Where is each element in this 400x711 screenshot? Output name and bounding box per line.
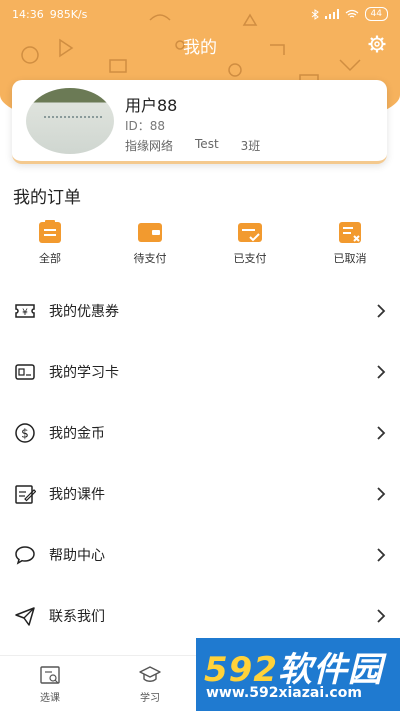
chevron-right-icon xyxy=(377,303,386,318)
signal-icon xyxy=(324,9,339,19)
wifi-icon xyxy=(345,9,358,18)
orders-row: 全部 待支付 已支付 已取消 xyxy=(0,220,400,270)
menu-item-contact-us[interactable]: 联系我们 xyxy=(0,585,400,646)
order-pending-button[interactable]: 待支付 xyxy=(110,220,190,270)
order-all-label: 全部 xyxy=(39,252,61,265)
chat-bubble-icon xyxy=(15,545,35,565)
settings-gear-icon[interactable] xyxy=(368,35,386,53)
status-time: 14:36 xyxy=(12,7,44,21)
study-card-icon xyxy=(15,363,35,380)
user-class: 3班 xyxy=(240,139,261,153)
watermark-logo: 592软件园 xyxy=(204,650,383,690)
svg-text:$: $ xyxy=(21,426,29,440)
battery-indicator: 44 xyxy=(364,7,388,21)
menu-label-coupons: 我的优惠券 xyxy=(49,303,119,320)
chevron-right-icon xyxy=(377,547,386,562)
nav-course-select-label: 选课 xyxy=(40,693,60,704)
svg-text:¥: ¥ xyxy=(22,308,28,318)
user-id: ID：88 xyxy=(125,119,166,133)
order-cancelled-label: 已取消 xyxy=(333,252,367,265)
order-paid-button[interactable]: 已支付 xyxy=(210,220,290,270)
nav-study-label: 学习 xyxy=(140,693,160,704)
chevron-right-icon xyxy=(377,364,386,379)
status-bar: 14:36 985K/s 44 xyxy=(0,0,400,28)
chevron-right-icon xyxy=(377,608,386,623)
menu-item-help-center[interactable]: 帮助中心 xyxy=(0,524,400,585)
menu-label-courseware: 我的课件 xyxy=(49,486,105,503)
menu-label-study-card: 我的学习卡 xyxy=(49,364,119,381)
wallet-icon xyxy=(138,223,162,242)
coin-icon: $ xyxy=(15,422,35,443)
chevron-right-icon xyxy=(377,486,386,501)
clipboard-icon xyxy=(39,220,61,243)
user-meta: 指缘网络 Test 3班 xyxy=(125,137,282,154)
order-paid-label: 已支付 xyxy=(233,252,267,265)
chevron-right-icon xyxy=(377,425,386,440)
graduation-cap-icon xyxy=(139,666,161,682)
menu-label-help-center: 帮助中心 xyxy=(49,547,105,564)
order-all-button[interactable]: 全部 xyxy=(10,220,90,270)
page-title: 我的 xyxy=(183,38,217,58)
orders-title: 我的订单 xyxy=(13,188,81,208)
username: 用户88 xyxy=(125,96,178,115)
bluetooth-icon xyxy=(311,8,319,20)
nav-course-select[interactable]: 选课 xyxy=(30,664,70,704)
order-cancelled-button[interactable]: 已取消 xyxy=(310,220,390,270)
coupon-icon: ¥ xyxy=(15,303,35,318)
status-speed: 985K/s xyxy=(49,7,88,21)
courseware-icon xyxy=(15,484,36,504)
order-pending-label: 待支付 xyxy=(133,252,167,265)
menu-label-contact-us: 联系我们 xyxy=(49,608,105,625)
user-group: Test xyxy=(195,137,219,151)
menu-item-study-card[interactable]: 我的学习卡 xyxy=(0,341,400,402)
avatar[interactable] xyxy=(26,88,114,154)
menu-list: ¥ 我的优惠券 我的学习卡 $ 我的金币 我的课件 帮助中心 联系我们 xyxy=(0,280,400,646)
watermark-url: www.592xiazai.com xyxy=(206,685,362,701)
menu-item-coins[interactable]: $ 我的金币 xyxy=(0,402,400,463)
nav-study[interactable]: 学习 xyxy=(130,664,170,704)
doc-cancel-icon xyxy=(339,222,361,243)
user-org: 指缘网络 xyxy=(125,139,174,153)
profile-card[interactable]: 用户88 ID：88 指缘网络 Test 3班 xyxy=(12,80,387,164)
card-check-icon xyxy=(238,223,262,242)
watermark-overlay: 592软件园 www.592xiazai.com xyxy=(196,638,400,711)
paper-plane-icon xyxy=(15,606,35,626)
course-select-icon xyxy=(40,666,60,684)
menu-item-coupons[interactable]: ¥ 我的优惠券 xyxy=(0,280,400,341)
menu-item-courseware[interactable]: 我的课件 xyxy=(0,463,400,524)
menu-label-coins: 我的金币 xyxy=(49,425,105,442)
